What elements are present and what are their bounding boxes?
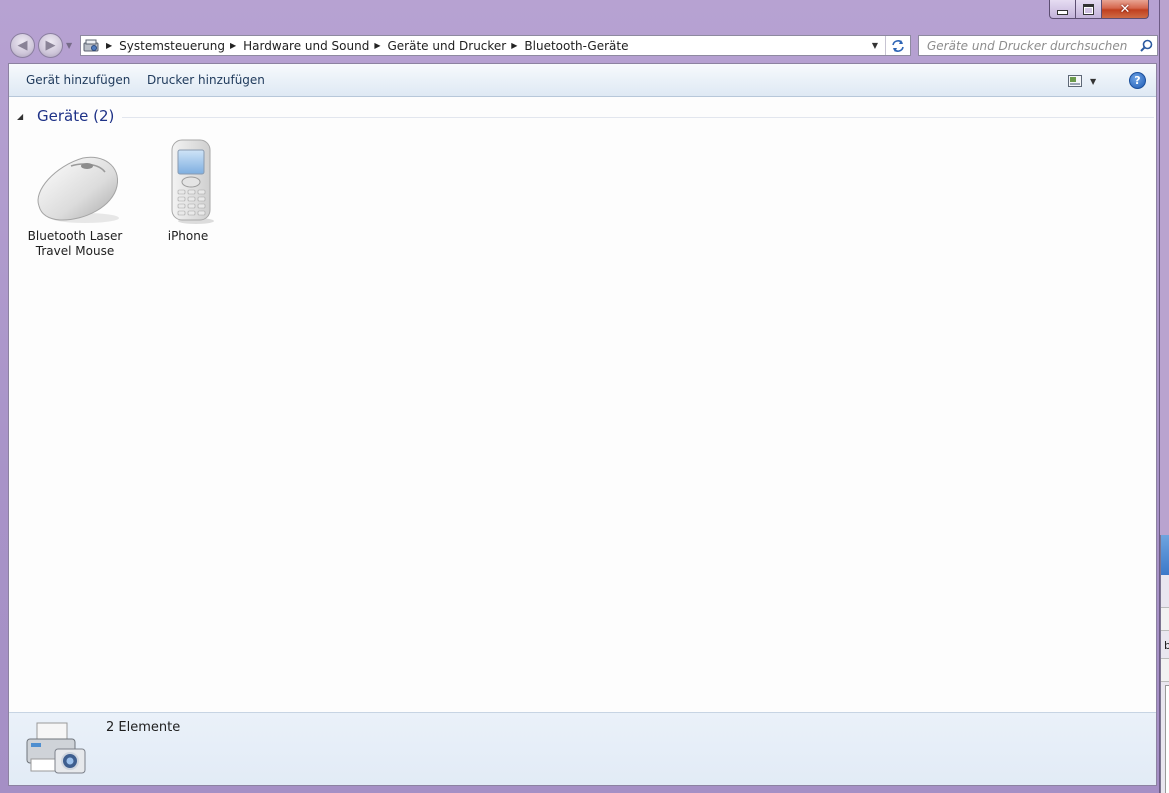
forward-button[interactable]: ▶ — [38, 33, 63, 58]
change-view-button[interactable]: ▼ — [1068, 73, 1108, 89]
explorer-content: Gerät hinzufügen Drucker hinzufügen ▼ ? … — [8, 63, 1157, 786]
breadcrumb-geraete-und-drucker[interactable]: Geräte und Drucker — [388, 39, 507, 53]
printer-camera-icon — [23, 719, 89, 784]
mouse-icon — [37, 156, 119, 223]
maximize-icon — [1083, 3, 1094, 15]
control-panel-icon — [81, 36, 101, 55]
breadcrumb-separator-icon[interactable]: ▶ — [230, 41, 236, 50]
device-item-mouse[interactable]: Bluetooth Laser Travel Mouse — [20, 136, 130, 259]
chevron-down-icon: ▼ — [1090, 76, 1097, 86]
back-button[interactable]: ◀ — [10, 33, 35, 58]
view-icon — [1068, 75, 1082, 87]
device-label: Bluetooth Laser — [27, 229, 123, 243]
background-window-panel — [1165, 685, 1169, 793]
device-label: Travel Mouse — [35, 244, 115, 258]
background-window-bar — [1161, 658, 1169, 682]
address-bar[interactable]: ▶ Systemsteuerung ▶ Hardware und Sound ▶… — [80, 35, 911, 56]
breadcrumb-separator-icon[interactable]: ▶ — [106, 41, 112, 50]
mobile-phone-icon — [171, 139, 214, 224]
background-window-toolbar — [1161, 607, 1169, 631]
group-divider — [122, 116, 1154, 118]
recent-pages-dropdown[interactable]: ▼ — [66, 41, 72, 50]
back-arrow-icon: ◀ — [17, 38, 28, 53]
breadcrumb-systemsteuerung[interactable]: Systemsteuerung — [119, 39, 225, 53]
device-item-iphone[interactable]: iPhone — [133, 136, 243, 244]
refresh-button[interactable] — [885, 36, 910, 55]
breadcrumb-hardware-und-sound[interactable]: Hardware und Sound — [243, 39, 369, 53]
minimize-button[interactable] — [1049, 0, 1076, 19]
caption-buttons: ✕ — [1049, 0, 1149, 20]
address-history-dropdown[interactable]: ▼ — [868, 36, 882, 55]
breadcrumb-bluetooth-geraete[interactable]: Bluetooth-Geräte — [524, 39, 628, 53]
maximize-button[interactable] — [1076, 0, 1102, 19]
background-window-text: b — [1164, 639, 1169, 652]
close-button[interactable]: ✕ — [1102, 0, 1149, 19]
item-count: 2 Elemente — [106, 720, 181, 735]
close-icon: ✕ — [1119, 1, 1131, 17]
device-label: iPhone — [167, 229, 209, 243]
refresh-icon — [892, 39, 904, 52]
group-title: Geräte (2) — [37, 107, 115, 125]
background-window-titlebar[interactable] — [1161, 535, 1169, 575]
collapse-triangle-icon[interactable]: ◢ — [17, 112, 31, 121]
forward-arrow-icon: ▶ — [45, 38, 56, 53]
search-icon[interactable] — [1135, 39, 1157, 52]
breadcrumb-separator-icon[interactable]: ▶ — [374, 41, 380, 50]
help-icon: ? — [1134, 74, 1141, 87]
search-input[interactable] — [919, 36, 1135, 55]
chevron-down-icon: ▼ — [871, 41, 879, 50]
breadcrumb-separator-icon[interactable]: ▶ — [511, 41, 517, 50]
window-frame: ✕ ◀ ▶ ▼ ▶ Systemsteuerung ▶ Hardware und… — [0, 0, 1160, 793]
add-printer-button[interactable]: Drucker hinzufügen — [147, 73, 265, 87]
minimize-icon — [1057, 9, 1068, 15]
details-pane: 2 Elemente — [9, 712, 1156, 785]
command-bar: Gerät hinzufügen Drucker hinzufügen ▼ ? — [9, 64, 1156, 97]
help-button[interactable]: ? — [1129, 72, 1146, 89]
add-device-button[interactable]: Gerät hinzufügen — [26, 73, 130, 87]
device-group-header[interactable]: ◢ Geräte (2) — [17, 106, 1154, 126]
search-box[interactable] — [918, 35, 1158, 56]
background-window[interactable]: b — [1160, 535, 1169, 793]
